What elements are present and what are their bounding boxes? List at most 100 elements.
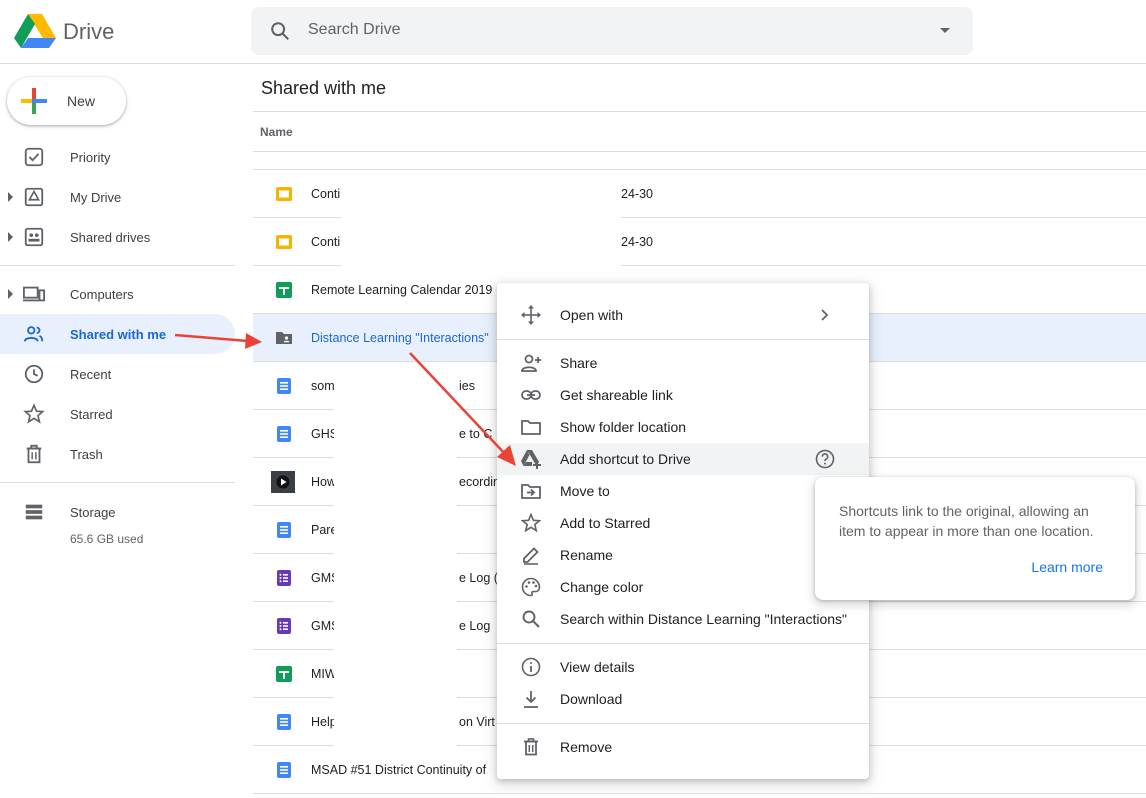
file-name: Conti	[311, 187, 341, 201]
my-drive-icon	[24, 187, 44, 207]
palette-icon	[521, 577, 541, 597]
info-icon	[521, 657, 541, 677]
sidebar-item-shared-drives[interactable]: Shared drives	[0, 217, 235, 257]
menu-item-remove[interactable]: Remove	[497, 731, 869, 763]
expand-arrow-icon[interactable]	[8, 232, 13, 242]
sidebar-item-label: Shared with me	[70, 327, 167, 342]
sidebar-item-computers[interactable]: Computers	[0, 274, 235, 314]
file-name: MSAD #51 District Continuity of	[311, 763, 487, 777]
menu-item-label: Move to	[560, 483, 610, 499]
menu-item-get-link[interactable]: Get shareable link	[497, 379, 869, 411]
star-icon	[23, 403, 45, 424]
file-name: Remote Learning Calendar 2019	[311, 283, 493, 297]
search-bar[interactable]: Search Drive	[251, 7, 973, 55]
trash-icon	[26, 444, 42, 464]
menu-item-label: Add to Starred	[560, 515, 651, 531]
file-name: som	[311, 379, 335, 393]
menu-item-label: Open with	[560, 307, 624, 323]
plus-icon	[21, 88, 47, 114]
menu-item-label: Remove	[560, 739, 613, 755]
sidebar-item-trash[interactable]: Trash	[0, 434, 235, 474]
search-icon	[271, 22, 289, 40]
help-icon[interactable]	[815, 449, 835, 469]
docs-icon	[277, 378, 291, 394]
menu-item-download[interactable]: Download	[497, 683, 869, 715]
expand-arrow-icon[interactable]	[8, 289, 13, 299]
menu-item-share[interactable]: Share	[497, 347, 869, 379]
sidebar-divider	[0, 482, 235, 483]
shared-with-me-icon	[23, 326, 44, 342]
learn-more-link[interactable]: Learn more	[1031, 559, 1103, 575]
search-input[interactable]: Search Drive	[308, 21, 400, 39]
shared-folder-icon	[276, 332, 292, 344]
file-name-fragment: ies	[459, 379, 475, 393]
storage-icon	[25, 504, 43, 520]
sidebar-divider	[0, 265, 235, 266]
sidebar-item-my-drive[interactable]: My Drive	[0, 177, 235, 217]
star-outline-icon	[521, 513, 541, 533]
menu-item-open-with[interactable]: Open with	[497, 299, 869, 331]
sidebar-item-label: Priority	[70, 150, 111, 165]
docs-icon	[277, 522, 291, 538]
storage-used-text: 65.6 GB used	[70, 532, 144, 546]
shared-drives-icon	[24, 227, 44, 247]
menu-item-view-details[interactable]: View details	[497, 651, 869, 683]
column-header-divider	[253, 151, 1146, 152]
menu-item-add-shortcut[interactable]: Add shortcut to Drive	[497, 443, 869, 475]
sidebar-item-label: Storage	[70, 505, 116, 520]
sidebar-item-label: Trash	[70, 447, 103, 462]
new-button-label: New	[67, 93, 96, 109]
sidebar-item-priority[interactable]: Priority	[0, 137, 235, 177]
menu-item-show-folder-location[interactable]: Show folder location	[497, 411, 869, 443]
new-button[interactable]: New	[7, 77, 126, 125]
forms-icon	[277, 570, 291, 586]
slides-icon	[276, 235, 292, 249]
menu-divider	[497, 339, 869, 340]
menu-item-move-to[interactable]: Move to	[497, 475, 869, 507]
shortcut-help-text: Shortcuts link to the original, allowing…	[839, 503, 1094, 539]
menu-item-label: Rename	[560, 547, 613, 563]
menu-item-label: Get shareable link	[560, 387, 673, 403]
redaction-block	[341, 171, 621, 266]
menu-item-label: Download	[560, 691, 623, 707]
file-name-fragment: e Log	[459, 619, 491, 633]
column-header-name[interactable]: Name	[260, 125, 293, 139]
download-icon	[524, 691, 538, 708]
file-name-fragment: e to C	[459, 427, 493, 441]
expand-arrow-icon[interactable]	[8, 192, 13, 202]
file-name-fragment: on Virt	[459, 715, 495, 729]
menu-item-add-to-starred[interactable]: Add to Starred	[497, 507, 869, 539]
sidebar-item-label: Computers	[70, 287, 134, 302]
header-divider	[0, 63, 1146, 64]
sheets-icon	[276, 666, 292, 682]
menu-item-search-within[interactable]: Search within Distance Learning "Interac…	[497, 603, 869, 635]
sidebar-item-label: Starred	[70, 407, 113, 422]
sidebar-item-label: Recent	[70, 367, 112, 382]
file-name: Distance Learning "Interactions"	[311, 331, 489, 345]
menu-item-label: Change color	[560, 579, 644, 595]
redaction-block	[334, 363, 457, 756]
sheets-icon	[276, 282, 292, 298]
open-with-icon	[521, 305, 541, 325]
search-options-caret-icon[interactable]	[940, 28, 950, 33]
sidebar-item-storage[interactable]: Storage	[0, 492, 235, 532]
add-shortcut-icon	[521, 450, 541, 469]
menu-item-change-color[interactable]: Change color	[497, 571, 869, 603]
trash-icon	[524, 738, 538, 756]
docs-icon	[277, 762, 291, 778]
menu-item-rename[interactable]: Rename	[497, 539, 869, 571]
sidebar-item-label: Shared drives	[70, 230, 151, 245]
file-name-fragment: e Log (	[459, 571, 498, 585]
sidebar-item-label: My Drive	[70, 190, 122, 205]
sidebar-item-shared-with-me[interactable]: Shared with me	[0, 314, 235, 354]
folder-icon	[521, 420, 541, 435]
search-icon	[522, 610, 540, 628]
move-to-icon	[521, 484, 541, 499]
context-menu: Open with Share Get shareable link Show …	[497, 283, 869, 779]
file-name: How	[311, 475, 337, 489]
menu-divider	[497, 723, 869, 724]
sidebar-item-starred[interactable]: Starred	[0, 394, 235, 434]
menu-item-label: Add shortcut to Drive	[560, 451, 691, 467]
sidebar-item-recent[interactable]: Recent	[0, 354, 235, 394]
clock-icon	[24, 364, 44, 384]
